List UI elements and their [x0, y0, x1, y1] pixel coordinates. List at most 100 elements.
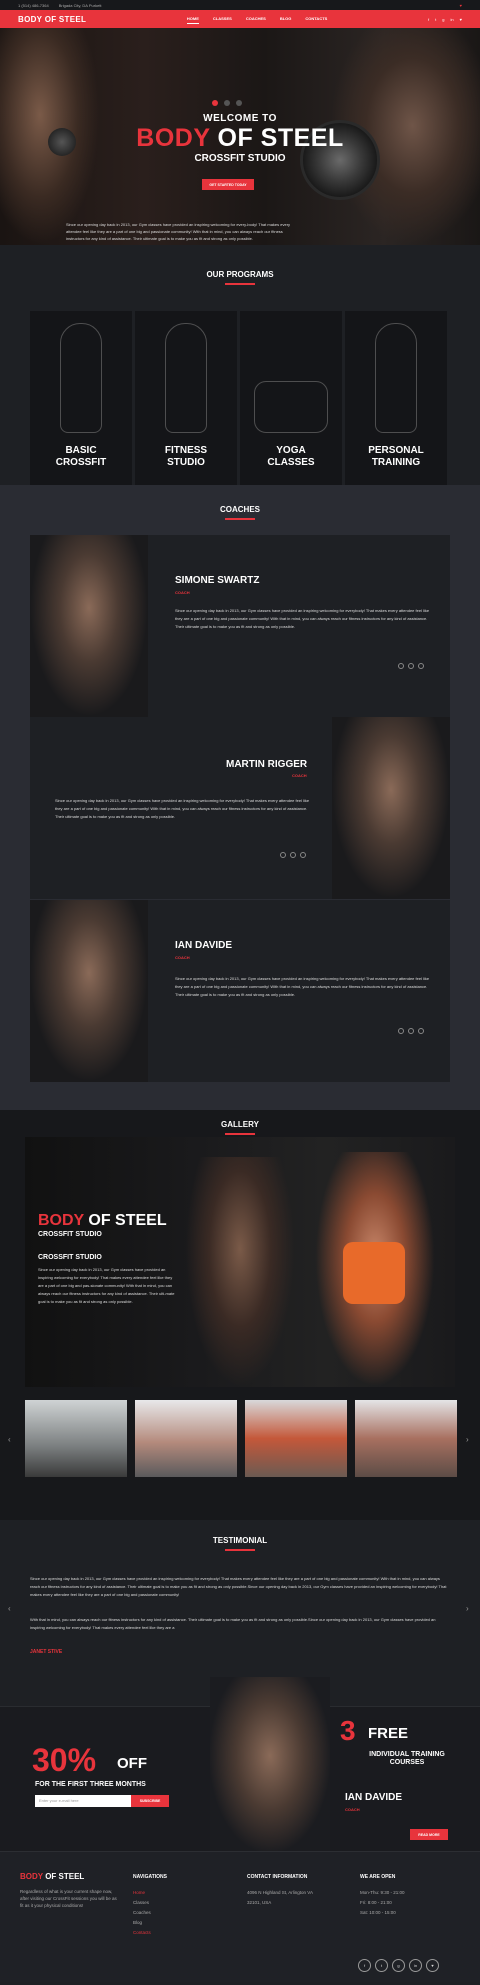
get-started-button[interactable]: GET STARTED TODAY [202, 179, 254, 190]
phone-text[interactable]: 1 (514) 486-7364 [18, 3, 49, 8]
coach-card-martin: MARTIN RIGGER COACH Since our opening da… [30, 717, 450, 899]
read-more-button[interactable]: READ MORE [410, 1829, 448, 1840]
man-image [185, 1157, 295, 1387]
footer-link-classes[interactable]: Classes [133, 1898, 167, 1908]
nav-social: f t g in ♥ [428, 17, 462, 22]
programs-title: OUR PROGRAMS [0, 270, 480, 285]
coach-card-ian: IAN DAVIDE COACH Since our opening day b… [30, 900, 450, 1082]
social-icon[interactable] [300, 852, 306, 858]
promo-coach-role: COACH [345, 1807, 360, 1812]
gallery-feature[interactable]: BODY OF STEEL CROSSFIT STUDIO CROSSFIT S… [25, 1137, 455, 1387]
hero-text: Since our opening day back in 2013, our … [66, 222, 291, 241]
subscribe-button[interactable]: SUBSCRIBE [131, 1795, 169, 1807]
site-logo[interactable]: BODY OF STEEL [18, 15, 86, 24]
footer-hours-3: Sat: 10:00 - 15:00 [360, 1910, 396, 1915]
testimonial-text-1: Since our opening day back in 2013, our … [30, 1576, 447, 1597]
footer-logo-white[interactable]: OF STEEL [45, 1872, 84, 1881]
social-icon[interactable] [280, 852, 286, 858]
google-icon[interactable]: g [442, 17, 444, 22]
coach-name: IAN DAVIDE [175, 940, 233, 951]
testimonial-author: JANET STIVE [30, 1649, 63, 1655]
nav-home[interactable]: HOME [186, 14, 199, 24]
slider-dot-1[interactable] [212, 100, 218, 106]
heart-icon[interactable]: ♥ [460, 17, 462, 22]
footer-about: BODY OF STEEL Regardless of what is your… [20, 1872, 120, 1909]
coach-name: SIMONE SWARTZ [175, 575, 260, 586]
promo-section: 30% OFF FOR THE FIRST THREE MONTHS Enter… [0, 1677, 480, 1852]
coach-social [398, 663, 424, 669]
social-icon[interactable] [418, 1028, 424, 1034]
gallery-thumb-4[interactable] [355, 1400, 457, 1477]
slider-dot-3[interactable] [236, 100, 242, 106]
cart-icon[interactable]: ♥ [460, 3, 462, 8]
program-line1: FITNESS [164, 445, 208, 456]
testimonial-next-icon[interactable]: › [466, 1604, 469, 1613]
social-icon[interactable] [408, 663, 414, 669]
gallery-thumbs [25, 1400, 457, 1477]
footer-address-2: 32101, USA [247, 1900, 272, 1905]
gallery-thumb-3[interactable] [245, 1400, 347, 1477]
gallery-next-icon[interactable]: › [466, 1435, 469, 1444]
linkedin-icon[interactable]: in [451, 17, 454, 22]
promo-off: OFF [117, 1755, 147, 1772]
footer-logo: BODY OF STEEL [20, 1872, 120, 1882]
footer-contact: CONTACT INFORMATION 4096 N Highland St, … [247, 1872, 313, 1908]
coach-name: MARTIN RIGGER [226, 759, 308, 770]
coaches-title: COACHES [0, 505, 480, 520]
slider-dot-2[interactable] [224, 100, 230, 106]
footer-hours-2: Fri: 8:00 - 21:00 [360, 1900, 392, 1905]
coach-text: Since our opening day back in 2013, our … [175, 976, 430, 997]
program-card-basic[interactable]: BASIC CROSSFIT [30, 311, 132, 487]
gallery-brand: BODY OF STEEL [38, 1212, 167, 1230]
orange-top-image [343, 1242, 405, 1304]
footer-nav-title: NAVIGATIONS [133, 1874, 167, 1880]
footer-link-home[interactable]: Home [133, 1888, 167, 1898]
footer-link-contacts[interactable]: Contacts [133, 1928, 167, 1938]
gallery-thumb-2[interactable] [135, 1400, 237, 1477]
facebook-icon[interactable]: f [428, 17, 429, 22]
social-icon[interactable] [398, 1028, 404, 1034]
social-icon[interactable] [398, 663, 404, 669]
facebook-icon[interactable]: f [358, 1959, 371, 1972]
gallery-thumb-1[interactable] [25, 1400, 127, 1477]
slider-dots [212, 100, 242, 106]
program-card-fitness[interactable]: FITNESS STUDIO [135, 311, 237, 487]
address-text: Brigada City, DA Purkett [58, 2, 102, 8]
runner-sketch-icon [60, 323, 102, 433]
nav-classes[interactable]: CLASSES [213, 14, 232, 24]
twitter-icon[interactable]: t [375, 1959, 388, 1972]
promo-coach-name: IAN DAVIDE [345, 1792, 403, 1803]
google-icon[interactable]: g [392, 1959, 405, 1972]
program-card-personal[interactable]: PERSONAL TRAINING [345, 311, 447, 487]
nav-blog[interactable]: BLOG [280, 14, 292, 24]
program-card-yoga[interactable]: YOGA CLASSES [240, 311, 342, 487]
gallery-prev-icon[interactable]: ‹ [8, 1435, 11, 1444]
coach-social [398, 1028, 424, 1034]
testimonial-prev-icon[interactable]: ‹ [8, 1604, 11, 1613]
gallery-section: GALLERY BODY OF STEEL CROSSFIT STUDIO CR… [0, 1110, 480, 1520]
training-sketch-icon [375, 323, 417, 433]
footer-about-text: Regardless of what is your current shape… [20, 1889, 117, 1908]
social-icon[interactable] [418, 663, 424, 669]
twitter-icon[interactable]: t [435, 17, 436, 22]
social-icon[interactable] [408, 1028, 414, 1034]
footer-link-coaches[interactable]: Coaches [133, 1908, 167, 1918]
hero-title-red: BODY [136, 124, 211, 152]
footer-hours-1: Mon-Thu: 9:30 - 21:00 [360, 1890, 405, 1895]
nav-contacts[interactable]: CONTACTS [305, 14, 327, 24]
brand-white: OF STEEL [88, 1212, 167, 1229]
social-icon[interactable] [290, 852, 296, 858]
coach-role: COACH [175, 590, 190, 595]
nav-coaches[interactable]: COACHES [246, 14, 266, 24]
footer-link-blog[interactable]: Blog [133, 1918, 167, 1928]
email-input[interactable]: Enter your e-mail here [35, 1795, 131, 1807]
coach-card-simone: SIMONE SWARTZ COACH Since our opening da… [30, 535, 450, 717]
coach-photo [332, 717, 450, 899]
program-name: FITNESS STUDIO [135, 445, 237, 469]
heart-icon[interactable]: ♥ [426, 1959, 439, 1972]
footer-logo-red[interactable]: BODY [20, 1872, 43, 1881]
linkedin-icon[interactable]: in [409, 1959, 422, 1972]
coach-photo [30, 900, 148, 1082]
program-line2: CROSSFIT [55, 457, 107, 468]
hero-title-white: OF STEEL [217, 124, 344, 152]
